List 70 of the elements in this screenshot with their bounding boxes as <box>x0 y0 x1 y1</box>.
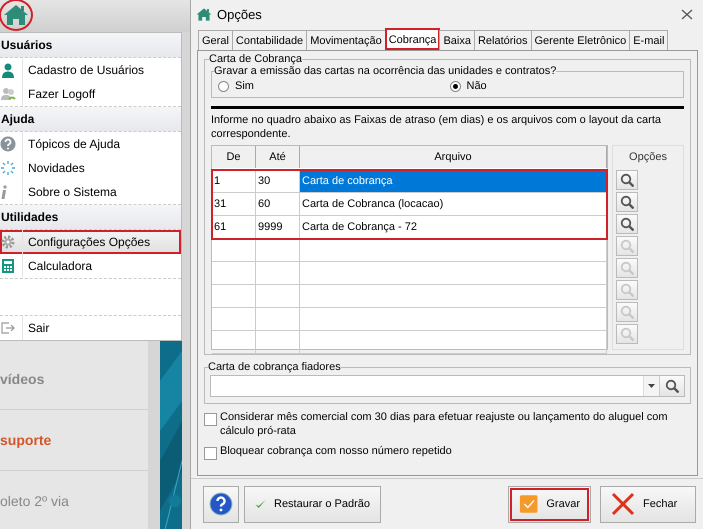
menu-item[interactable]: Calculadora <box>0 254 181 278</box>
house-icon <box>196 6 212 22</box>
table-cell[interactable]: 31 <box>212 193 256 215</box>
exit-icon <box>0 320 16 336</box>
checkbox-label: Bloquear cobrança com nosso número repetido <box>220 444 452 458</box>
search-button[interactable] <box>616 192 638 212</box>
search-icon <box>620 195 634 209</box>
instruction-text: Informe no quadro abaixo as Faixas de atraso (em dias) e os arquivos com o layout da carta correspondente. <box>211 113 662 141</box>
checkbox[interactable] <box>204 413 217 426</box>
search-icon <box>665 379 679 393</box>
menu-section-header: Ajuda <box>0 107 181 132</box>
close-icon <box>681 8 693 20</box>
gear-icon <box>0 234 16 250</box>
house-icon <box>3 3 29 27</box>
menu-item[interactable]: Sair <box>0 316 181 340</box>
dropdown-button[interactable] <box>643 376 659 396</box>
restore-button[interactable]: Restaurar o Padrão <box>244 486 381 522</box>
menu-item[interactable]: Novidades <box>0 156 181 180</box>
table-cell[interactable]: Carta de Cobrança - 72 <box>300 216 607 238</box>
menu-item[interactable]: Fazer Logoff <box>0 82 181 106</box>
home-button[interactable] <box>1 1 31 29</box>
checkbox-icon <box>519 493 538 515</box>
close-button[interactable]: Fechar <box>600 486 696 522</box>
save-button[interactable]: Gravar <box>508 486 591 522</box>
menu-section-header: Usuários <box>0 33 181 58</box>
combo-field[interactable] <box>210 375 685 397</box>
search-icon <box>620 283 634 297</box>
search-button[interactable] <box>659 376 684 396</box>
table-cell[interactable]: 9999 <box>256 216 300 238</box>
person-icon <box>0 62 16 78</box>
radio-label: Sim <box>235 80 254 92</box>
radio-label: Não <box>466 80 487 92</box>
question-label: Gravar a emissão das cartas na ocorrência das unidades e contratos? <box>214 65 556 77</box>
menu-item[interactable]: Tópicos de Ajuda <box>0 132 181 156</box>
tab[interactable]: Baixa <box>439 30 475 50</box>
tab[interactable]: E-mail <box>629 30 668 50</box>
search-icon <box>620 261 634 275</box>
help-icon <box>209 492 233 516</box>
close-button[interactable] <box>679 8 695 20</box>
help-button[interactable] <box>203 486 239 522</box>
group-title: Carta de cobrança fiadores <box>208 361 341 373</box>
menu-item[interactable]: Configurações Opções <box>0 230 181 254</box>
search-button[interactable] <box>616 214 638 234</box>
cross-icon <box>611 492 635 516</box>
menu-section-header: Utilidades <box>0 205 181 230</box>
search-icon <box>620 217 634 231</box>
tab[interactable]: Cobrança <box>384 28 440 50</box>
group-title: Carta de Cobrança <box>209 53 302 65</box>
radio-button[interactable] <box>450 80 460 92</box>
checkbox[interactable] <box>204 447 217 460</box>
table-cell[interactable]: 1 <box>212 170 256 192</box>
tab[interactable]: Geral <box>198 30 233 50</box>
window-title: Opções <box>217 6 263 22</box>
search-icon <box>620 173 634 187</box>
search-icon <box>620 327 634 341</box>
column-header: Opções <box>628 150 668 165</box>
caret-icon <box>648 384 655 388</box>
table-cell[interactable]: 60 <box>256 193 300 215</box>
table-cell[interactable]: 61 <box>212 216 256 238</box>
menu-item[interactable]: Cadastro de Usuários <box>0 58 181 82</box>
search-button[interactable] <box>616 170 638 190</box>
menu-item[interactable]: Sobre o Sistema <box>0 180 181 204</box>
table-cell[interactable]: Carta de cobrança <box>300 170 607 192</box>
search-icon <box>620 305 634 319</box>
sparkle-icon <box>0 160 16 176</box>
search-icon <box>620 239 634 253</box>
table-cell[interactable]: Carta de Cobranca (locacao) <box>300 193 607 215</box>
checkbox-label: Considerar mês comercial com 30 dias para efetuar reajuste ou lançamento do aluguel com cálculo pró-rata <box>220 410 669 438</box>
info-icon <box>0 185 8 199</box>
radio-button[interactable] <box>218 80 229 92</box>
